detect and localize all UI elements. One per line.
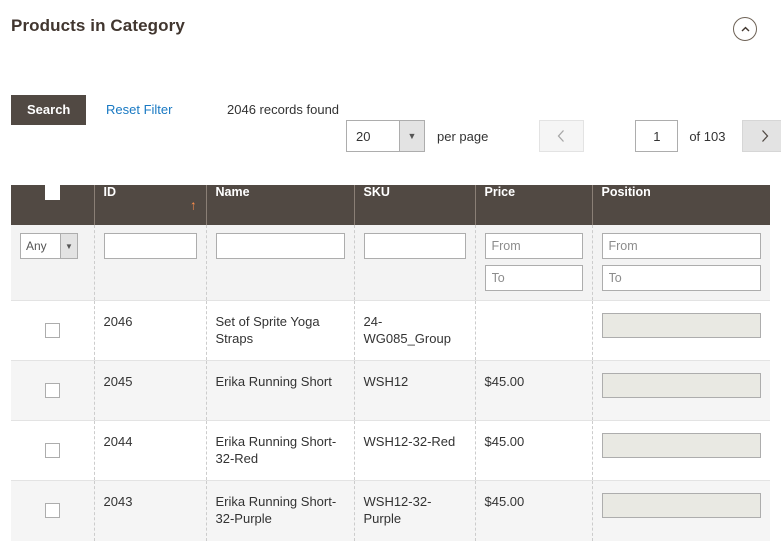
filter-input-position-from[interactable] — [601, 233, 761, 259]
position-input[interactable] — [601, 373, 761, 398]
row-checkbox[interactable] — [44, 443, 60, 458]
products-grid: ID ↑ Name SKU Price Position Any ▼ From … — [11, 185, 770, 541]
column-header-id[interactable]: ID ↑ — [94, 185, 207, 225]
per-page-label: per page — [437, 128, 489, 144]
filter-cell-sku — [354, 225, 476, 301]
filter-cell-id — [94, 225, 207, 301]
pager: 20 ▼ per page of 103 — [346, 120, 781, 152]
cell-sku: WSH12-32-Purple — [354, 480, 476, 541]
filter-input-price-to[interactable] — [484, 265, 583, 291]
row-checkbox[interactable] — [44, 383, 60, 398]
column-header-name-label: Name — [215, 185, 250, 199]
column-header-price[interactable]: Price — [475, 185, 593, 225]
filter-select-any[interactable]: Any ▼ — [20, 233, 78, 259]
cell-position — [592, 420, 770, 481]
grid-filter-section: Any ▼ — [11, 225, 770, 301]
chevron-down-icon[interactable]: ▼ — [399, 120, 425, 152]
row-select-cell[interactable] — [11, 420, 95, 481]
table-row[interactable]: 2044 Erika Running Short-32-Red WSH12-32-R… — [11, 420, 770, 481]
column-header-sku-label: SKU — [363, 185, 390, 199]
cell-price: $45.00 — [475, 420, 593, 481]
column-header-sku[interactable]: SKU — [354, 185, 476, 225]
next-page-button[interactable] — [742, 120, 781, 152]
column-header-position[interactable]: Position — [592, 185, 770, 225]
sort-ascending-icon: ↑ — [190, 197, 197, 213]
cell-id: 2043 — [94, 480, 207, 541]
row-select-cell[interactable] — [11, 360, 95, 421]
panel-header: Products in Category — [0, 0, 781, 62]
per-page-select[interactable]: 20 ▼ — [346, 120, 425, 152]
column-header-position-label: Position — [601, 185, 651, 199]
filter-input-position-to[interactable] — [601, 265, 761, 291]
cell-price: $45.00 — [475, 360, 593, 421]
cell-name: Erika Running Short — [206, 360, 355, 421]
chevron-up-circle-icon[interactable] — [733, 17, 757, 41]
cell-id: 2044 — [94, 420, 207, 481]
per-page-value: 20 — [346, 120, 399, 152]
row-checkbox[interactable] — [44, 503, 60, 518]
total-pages-label: of 103 — [689, 128, 726, 144]
position-input[interactable] — [601, 313, 761, 338]
filter-cell-price — [475, 225, 593, 301]
cell-position — [592, 480, 770, 541]
records-found-label: 2046 records found — [227, 102, 340, 117]
select-all-header[interactable] — [11, 185, 95, 225]
search-button[interactable]: Search — [11, 95, 87, 125]
filter-cell-name — [206, 225, 355, 301]
reset-filter-link[interactable]: Reset Filter — [106, 102, 172, 117]
cell-name: Set of Sprite Yoga Straps — [206, 300, 355, 361]
column-header-id-label: ID — [103, 185, 117, 199]
filter-cell-position — [592, 225, 770, 301]
filter-input-id[interactable] — [103, 233, 197, 259]
filter-input-price-from[interactable] — [484, 233, 583, 259]
chevron-down-icon[interactable]: ▼ — [60, 233, 78, 259]
cell-sku: WSH12-32-Red — [354, 420, 476, 481]
table-row[interactable]: 2043 Erika Running Short-32-Purple WSH12-3… — [11, 480, 770, 541]
grid-header-row: ID ↑ Name SKU Price Position — [11, 185, 770, 225]
cell-position — [592, 300, 770, 361]
position-input[interactable] — [601, 493, 761, 518]
row-select-cell[interactable] — [11, 300, 95, 361]
column-header-price-label: Price — [484, 185, 516, 199]
cell-sku: 24-WG085_Group — [354, 300, 476, 361]
cell-price: $45.00 — [475, 480, 593, 541]
grid-toolbar: Search Reset Filter 2046 records found 2… — [0, 62, 781, 152]
page-title: Products in Category — [11, 16, 185, 35]
filter-input-name[interactable] — [215, 233, 345, 259]
cell-name: Erika Running Short-32-Red — [206, 420, 355, 481]
column-header-name[interactable]: Name — [206, 185, 355, 225]
grid-body: 2046 Set of Sprite Yoga Straps 24-WG085_Gr… — [11, 300, 770, 541]
cell-id: 2046 — [94, 300, 207, 361]
cell-sku: WSH12 — [354, 360, 476, 421]
cell-price — [475, 300, 593, 361]
table-row[interactable]: 2046 Set of Sprite Yoga Straps 24-WG085_Gr… — [11, 300, 770, 361]
products-in-category-panel: Products in Category Search Reset Filter… — [0, 0, 781, 546]
filter-select-any-value: Any — [20, 233, 60, 259]
row-checkbox[interactable] — [44, 323, 60, 338]
cell-name: Erika Running Short-32-Purple — [206, 480, 355, 541]
previous-page-button[interactable] — [539, 120, 585, 152]
filter-row: Any ▼ — [11, 225, 770, 301]
position-input[interactable] — [601, 433, 761, 458]
filter-input-sku[interactable] — [363, 233, 466, 259]
row-select-cell[interactable] — [11, 480, 95, 541]
filter-cell-checkbox: Any ▼ — [11, 225, 95, 301]
select-all-checkbox[interactable] — [44, 185, 60, 201]
cell-position — [592, 360, 770, 421]
table-row[interactable]: 2045 Erika Running Short WSH12 $45.00 — [11, 360, 770, 421]
current-page-input[interactable] — [635, 120, 679, 152]
cell-id: 2045 — [94, 360, 207, 421]
